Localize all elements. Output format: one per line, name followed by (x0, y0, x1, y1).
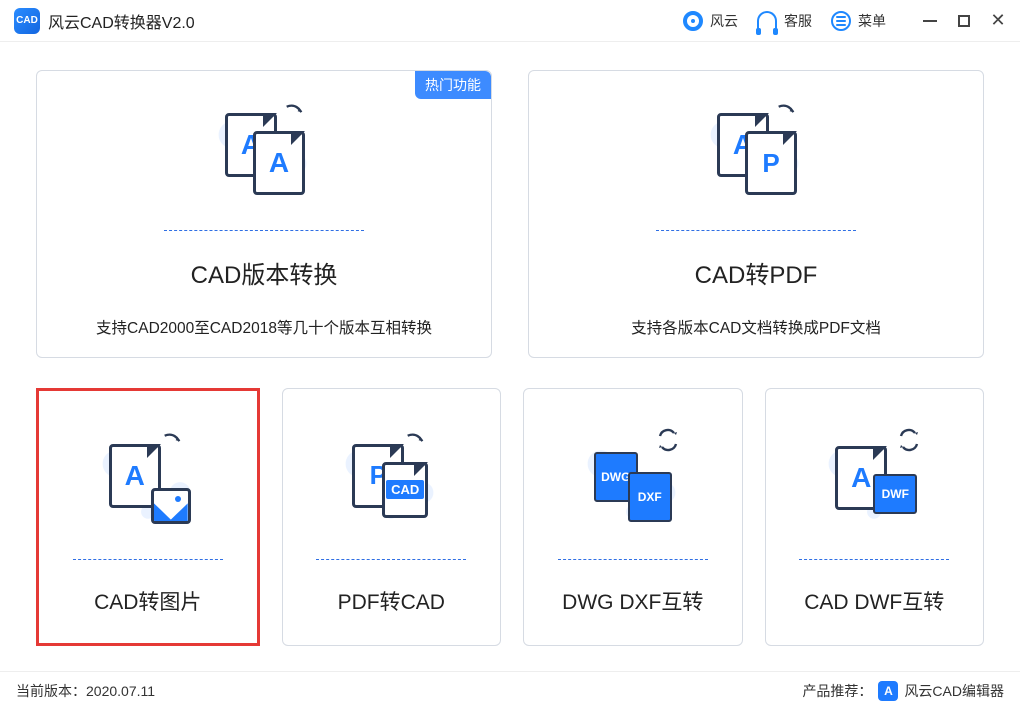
card-title: DWG DXF互转 (562, 586, 703, 616)
brand-icon (682, 10, 704, 32)
cad-to-image-icon: A (103, 419, 193, 547)
brand-label: 风云 (710, 11, 738, 31)
menu-label: 菜单 (858, 11, 886, 31)
card-title: CAD版本转换 (191, 255, 338, 290)
dwg-dxf-icon: DWG DXF (588, 419, 678, 547)
version-convert-icon: A A (219, 90, 309, 218)
card-cad-version-convert[interactable]: 热门功能 A A CAD版本转换 支持CAD2000至CAD2018等几十个版本… (36, 70, 492, 358)
app-logo: CAD (14, 8, 40, 34)
card-title: CAD转图片 (94, 586, 201, 616)
recommend-product[interactable]: 风云CAD编辑器 (904, 681, 1004, 701)
card-title: CAD DWF互转 (804, 586, 944, 616)
cad-to-pdf-icon: A P (711, 90, 801, 218)
support-label: 客服 (784, 11, 812, 31)
menu-button[interactable]: 菜单 (830, 10, 886, 32)
app-title: 风云CAD转换器V2.0 (48, 9, 195, 33)
card-title: CAD转PDF (695, 255, 818, 290)
card-desc: 支持各版本CAD文档转换成PDF文档 (631, 316, 881, 338)
close-button[interactable]: ✕ (990, 13, 1006, 29)
support-link[interactable]: 客服 (756, 10, 812, 32)
card-dwg-dxf-swap[interactable]: DWG DXF DWG DXF互转 (523, 388, 743, 646)
headset-icon (756, 10, 778, 32)
cad-dwf-icon: A DWF (829, 419, 919, 547)
hot-badge: 热门功能 (415, 71, 491, 99)
card-cad-to-image[interactable]: A CAD转图片 (36, 388, 260, 646)
card-desc: 支持CAD2000至CAD2018等几十个版本互相转换 (96, 316, 432, 338)
card-cad-to-pdf[interactable]: A P CAD转PDF 支持各版本CAD文档转换成PDF文档 (528, 70, 984, 358)
pdf-to-cad-icon: P CAD (346, 419, 436, 547)
card-pdf-to-cad[interactable]: P CAD PDF转CAD (282, 388, 502, 646)
maximize-button[interactable] (956, 13, 972, 29)
version-label: 当前版本： (16, 681, 86, 701)
version-value: 2020.07.11 (86, 683, 155, 699)
card-title: PDF转CAD (338, 586, 445, 616)
minimize-button[interactable] (922, 13, 938, 29)
brand-link[interactable]: 风云 (682, 10, 738, 32)
recommend-label: 产品推荐： (802, 681, 872, 701)
menu-icon (830, 10, 852, 32)
statusbar: 当前版本： 2020.07.11 产品推荐： A 风云CAD编辑器 (0, 671, 1020, 709)
main-area: 热门功能 A A CAD版本转换 支持CAD2000至CAD2018等几十个版本… (0, 42, 1020, 646)
recommend-logo-icon: A (878, 681, 898, 701)
titlebar: CAD 风云CAD转换器V2.0 风云 客服 菜单 ✕ (0, 0, 1020, 42)
card-cad-dwf-swap[interactable]: A DWF CAD DWF互转 (765, 388, 985, 646)
